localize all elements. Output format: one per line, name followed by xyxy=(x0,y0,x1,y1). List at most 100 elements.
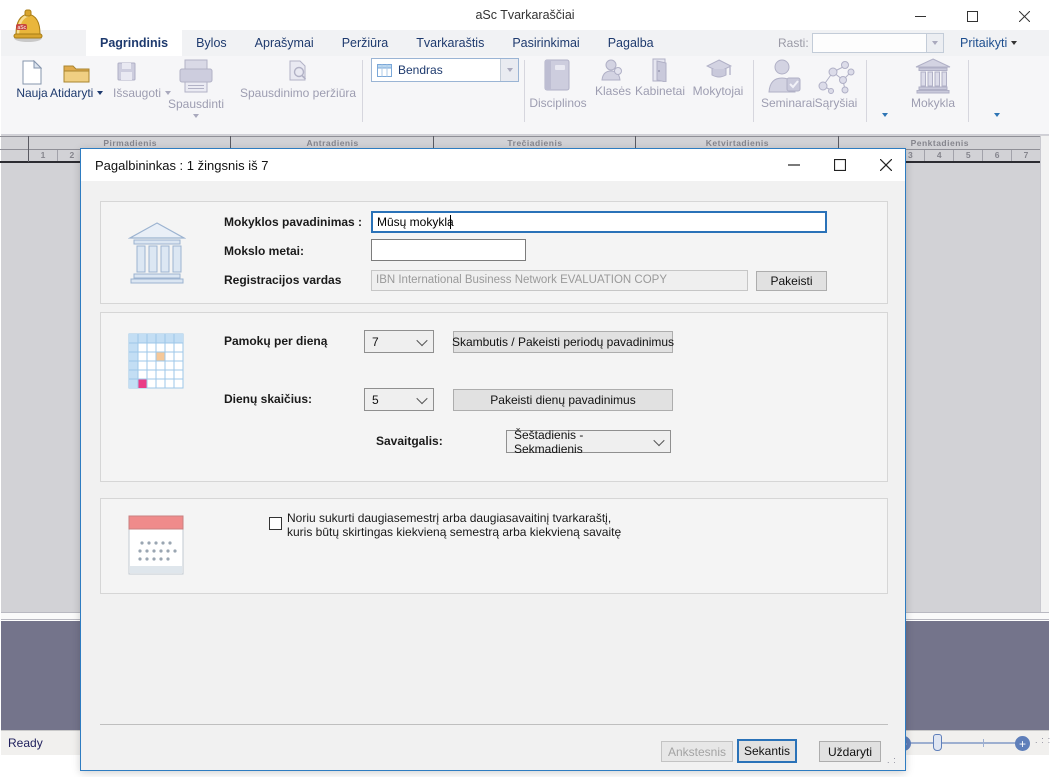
dialog-title: Pagalbininkas : 1 žingsnis iš 7 xyxy=(95,158,268,173)
chevron-down-icon xyxy=(1011,41,1017,45)
dialog-separator xyxy=(100,724,888,725)
text-caret xyxy=(450,215,451,229)
multiweek-text-line1: Noriu sukurti daugiasemestrį arba daugia… xyxy=(287,511,611,525)
classes-person-icon xyxy=(600,58,624,86)
school-name-input[interactable] xyxy=(371,211,827,233)
periods-per-day-select[interactable]: 7 xyxy=(364,330,434,353)
zoom-slider-track[interactable] xyxy=(906,742,1020,744)
previous-button: Ankstesnis xyxy=(661,741,733,762)
rooms-door-icon xyxy=(650,58,670,87)
chevron-down-icon xyxy=(416,334,427,345)
tab-aprasymai[interactable]: Aprašymai xyxy=(241,30,328,56)
chevron-down-icon xyxy=(165,91,171,95)
weekend-label: Savaitgalis: xyxy=(376,434,443,448)
print-preview-icon xyxy=(288,60,308,87)
tab-pagrindinis[interactable]: Pagrindinis xyxy=(86,30,182,56)
relations-network-icon xyxy=(815,58,855,99)
print-preview-button: Spausdinimo peržiūra xyxy=(230,86,366,100)
chevron-down-icon xyxy=(97,91,103,95)
rename-days-button[interactable]: Pakeisti dienų pavadinimus xyxy=(453,389,673,411)
periods-per-day-value: 7 xyxy=(372,335,379,349)
bells-rename-periods-button[interactable]: Skambutis / Pakeisti periodų pavadinimus xyxy=(453,331,673,353)
dialog-maximize-button[interactable] xyxy=(823,155,857,175)
view-combobox-dropdown[interactable] xyxy=(500,59,518,81)
seminars-icon xyxy=(765,58,803,99)
close-wizard-button[interactable]: Uždaryti xyxy=(819,741,881,762)
status-ready-text: Ready xyxy=(8,736,43,750)
app-window: aSc Tvarkaraščiai aSc Pagrindinis Bylos … xyxy=(0,0,1050,777)
ribbon-separator xyxy=(753,60,754,122)
zoom-slider-tick xyxy=(983,739,984,747)
print-button: Spausdinti xyxy=(162,97,230,111)
find-input-field[interactable] xyxy=(815,35,927,53)
ribbon-item-disciplinos: Disciplinos xyxy=(527,96,589,110)
chevron-down-icon xyxy=(507,68,513,72)
save-label: Išsaugoti xyxy=(113,86,161,100)
resize-grip-icon[interactable]: . : : xyxy=(1035,735,1050,745)
timetable-period-cell: 4 xyxy=(925,150,954,161)
multiweek-checkbox[interactable] xyxy=(269,517,282,530)
ribbon-item-seminarai: Seminarai xyxy=(761,96,813,110)
school-year-input[interactable] xyxy=(371,239,526,261)
table-icon xyxy=(377,64,392,77)
teachers-cap-icon xyxy=(706,58,732,86)
ribbon-item-mokykla: Mokykla xyxy=(908,96,958,110)
timetable-grid-icon xyxy=(128,333,184,394)
school-year-label: Mokslo metai: xyxy=(224,244,304,258)
find-dropdown-button[interactable] xyxy=(926,34,943,52)
multiweek-text-line2: kuris būtų skirtingas kiekvieną semestrą… xyxy=(287,525,621,539)
dialog-minimize-button[interactable] xyxy=(777,155,811,175)
days-count-value: 5 xyxy=(372,393,379,407)
tab-perziura[interactable]: Peržiūra xyxy=(328,30,403,56)
ribbon-separator xyxy=(866,60,867,122)
school-building-icon xyxy=(128,221,186,290)
ribbon-separator xyxy=(524,60,525,122)
chevron-down-icon xyxy=(932,41,938,45)
subjects-book-icon xyxy=(543,58,571,97)
open-label: Atidaryti xyxy=(50,86,93,100)
window-maximize-button[interactable] xyxy=(957,6,987,26)
new-button[interactable]: Nauja xyxy=(8,86,56,100)
dialog-resize-grip-icon[interactable]: . : xyxy=(887,755,897,765)
svg-text:aSc: aSc xyxy=(18,25,27,31)
dialog-close-button[interactable] xyxy=(869,155,903,175)
open-folder-icon xyxy=(63,62,91,89)
more-options-icon[interactable] xyxy=(994,113,1000,117)
vertical-scrollbar[interactable] xyxy=(1040,136,1049,612)
ribbon-separator xyxy=(968,60,969,122)
timetable-period-cell: 5 xyxy=(954,150,983,161)
weekend-select[interactable]: Šeštadienis - Sekmadienis xyxy=(506,430,671,453)
wizard-dialog: Pagalbininkas : 1 žingsnis iš 7 Mokykl xyxy=(80,148,906,771)
periods-per-day-label: Pamokų per dieną xyxy=(224,334,327,348)
ribbon-item-klases: Klasės xyxy=(594,84,632,98)
ribbon-item-mokytojai: Mokytojai xyxy=(688,84,748,98)
school-name-label: Mokyklos pavadinimas : xyxy=(224,215,362,229)
tab-tvarkarastis[interactable]: Tvarkaraštis xyxy=(402,30,498,56)
timetable-period-cell: 7 xyxy=(1012,150,1041,161)
apply-button[interactable]: Pritaikyti xyxy=(960,36,1017,50)
timetable-period-cell: 6 xyxy=(983,150,1012,161)
calendar-icon xyxy=(128,513,184,582)
change-registration-button[interactable]: Pakeisti xyxy=(756,271,827,291)
window-close-button[interactable] xyxy=(1009,6,1039,26)
window-minimize-button[interactable] xyxy=(905,6,935,26)
school-bank-icon xyxy=(915,58,951,99)
chevron-down-icon xyxy=(416,392,427,403)
tab-bylos[interactable]: Bylos xyxy=(182,30,241,56)
view-combobox[interactable]: Bendras xyxy=(371,58,519,82)
tab-pasirinkimai[interactable]: Pasirinkimai xyxy=(498,30,593,56)
zoom-slider-thumb[interactable] xyxy=(933,734,942,751)
zoom-in-button[interactable]: + xyxy=(1015,736,1030,751)
find-input[interactable] xyxy=(812,33,944,53)
next-button[interactable]: Sekantis xyxy=(737,739,797,763)
ribbon-separator xyxy=(362,60,363,122)
chevron-down-icon xyxy=(653,434,664,445)
more-options-icon[interactable] xyxy=(882,113,888,117)
save-floppy-icon xyxy=(117,62,136,86)
tab-pagalba[interactable]: Pagalba xyxy=(594,30,668,56)
window-title: aSc Tvarkaraščiai xyxy=(0,8,1050,22)
timetable-period-cell: 1 xyxy=(29,150,58,161)
open-button[interactable]: Atidaryti xyxy=(50,86,103,100)
days-count-select[interactable]: 5 xyxy=(364,388,434,411)
asc-bell-logo-icon: aSc xyxy=(8,4,48,44)
